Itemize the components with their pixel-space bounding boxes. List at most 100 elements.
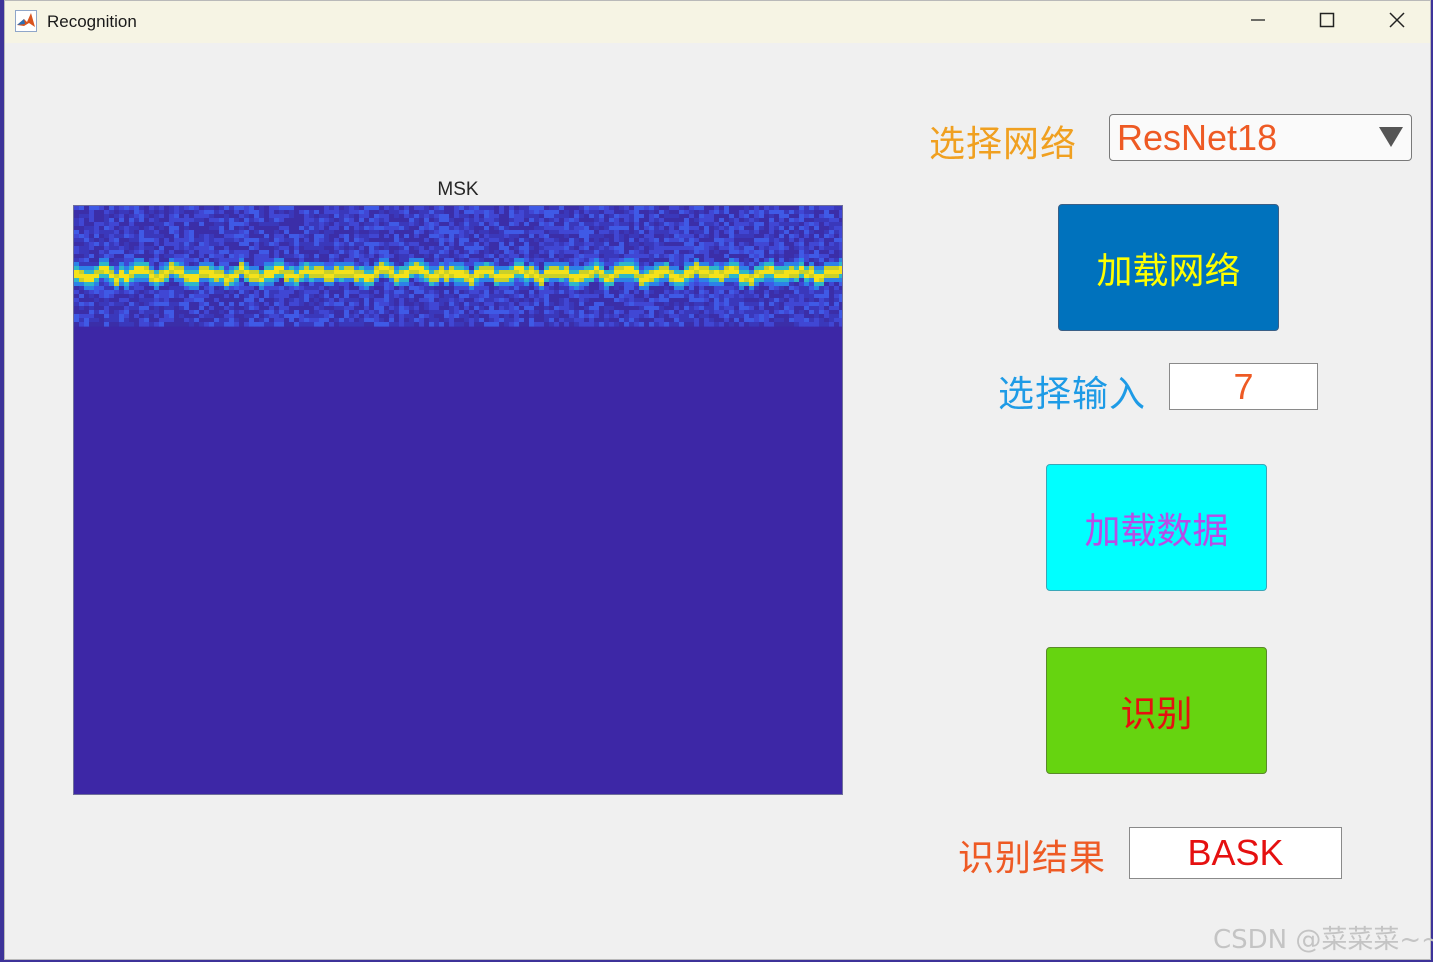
spectrogram-cell [609, 206, 615, 211]
spectrogram-cell [799, 210, 805, 215]
spectrogram-cell [309, 266, 315, 271]
spectrogram-cell [359, 218, 365, 223]
spectrogram-cell [399, 314, 405, 319]
spectrogram-cell [594, 254, 600, 259]
spectrogram-cell [204, 314, 210, 319]
spectrogram-cell [779, 206, 785, 211]
spectrogram-cell [124, 274, 130, 279]
spectrogram-cell [834, 310, 840, 315]
spectrogram-cell [509, 278, 515, 283]
spectrogram-cell [714, 238, 720, 243]
spectrogram-cell [769, 262, 775, 267]
spectrogram-cell [424, 274, 430, 279]
spectrogram-cell [464, 234, 470, 239]
spectrogram-cell [179, 262, 185, 267]
spectrogram-cell [684, 262, 690, 267]
spectrogram-cell [364, 214, 370, 219]
spectrogram-cell [799, 314, 805, 319]
spectrogram-cell [709, 270, 715, 275]
spectrogram-cell [719, 230, 725, 235]
spectrogram-cell [484, 266, 490, 271]
spectrogram-cell [454, 270, 460, 275]
spectrogram-cell [264, 266, 270, 271]
spectrogram-cell [534, 242, 540, 247]
spectrogram-cell [764, 278, 770, 283]
spectrogram-cell [559, 274, 565, 279]
minimize-button[interactable] [1223, 1, 1293, 43]
maximize-button[interactable] [1292, 1, 1362, 43]
spectrogram-cell [439, 242, 445, 247]
spectrogram-cell [369, 238, 375, 243]
spectrogram-cell [274, 302, 280, 307]
spectrogram-cell [329, 274, 335, 279]
spectrogram-cell [489, 262, 495, 267]
spectrogram-cell [324, 278, 330, 283]
spectrogram-cell [649, 258, 655, 263]
spectrogram-cell [744, 286, 750, 291]
spectrogram-cell [139, 218, 145, 223]
spectrogram-cell [654, 286, 660, 291]
spectrogram-cell [764, 218, 770, 223]
spectrogram-cell [674, 218, 680, 223]
spectrogram-cell [129, 266, 135, 271]
spectrogram-cell [504, 258, 510, 263]
spectrogram-cell [169, 214, 175, 219]
spectrogram-cell [674, 298, 680, 303]
spectrogram-cell [254, 238, 260, 243]
spectrogram-cell [739, 218, 745, 223]
spectrogram-cell [339, 254, 345, 259]
load-data-button[interactable]: 加载数据 [1046, 464, 1267, 591]
spectrogram-cell [529, 274, 535, 279]
spectrogram-cell [309, 242, 315, 247]
load-network-button[interactable]: 加载网络 [1058, 204, 1279, 331]
spectrogram-cell [619, 210, 625, 215]
title-bar[interactable]: Recognition [5, 1, 1430, 43]
spectrogram-cell [219, 222, 225, 227]
spectrogram-cell [194, 306, 200, 311]
spectrogram-cell [339, 310, 345, 315]
spectrogram-cell [604, 242, 610, 247]
spectrogram-cell [254, 278, 260, 283]
spectrogram-cell [589, 318, 595, 323]
spectrogram-cell [274, 298, 280, 303]
spectrogram-cell [284, 274, 290, 279]
spectrogram-cell [284, 258, 290, 263]
spectrogram-cell [544, 306, 550, 311]
spectrogram-cell [734, 230, 740, 235]
recognize-button[interactable]: 识别 [1046, 647, 1267, 774]
spectrogram-cell [464, 214, 470, 219]
spectrogram-cell [734, 286, 740, 291]
input-field[interactable]: 7 [1169, 363, 1318, 410]
spectrogram-cell [474, 218, 480, 223]
spectrogram-cell [579, 302, 585, 307]
network-dropdown[interactable]: ResNet18 [1109, 114, 1412, 161]
spectrogram-cell [509, 262, 515, 267]
spectrogram-cell [339, 278, 345, 283]
spectrogram-cell [684, 242, 690, 247]
spectrogram-cell [379, 270, 385, 275]
spectrogram-cell [359, 294, 365, 299]
spectrogram-cell [149, 250, 155, 255]
spectrogram-cell [394, 242, 400, 247]
spectrogram-cell [469, 246, 475, 251]
spectrogram-cell [534, 226, 540, 231]
spectrogram-cell [204, 206, 210, 211]
spectrogram-cell [74, 306, 80, 311]
spectrogram-cell [664, 286, 670, 291]
spectrogram-cell [479, 294, 485, 299]
spectrogram-cell [94, 262, 100, 267]
spectrogram-cell [734, 222, 740, 227]
spectrogram-cell [369, 290, 375, 295]
spectrogram-cell [634, 286, 640, 291]
spectrogram-cell [649, 234, 655, 239]
spectrogram-cell [399, 210, 405, 215]
spectrogram-cell [319, 242, 325, 247]
spectrogram-cell [319, 298, 325, 303]
spectrogram-cell [669, 262, 675, 267]
spectrogram-cell [384, 266, 390, 271]
spectrogram-cell [339, 234, 345, 239]
close-button[interactable] [1362, 1, 1432, 43]
spectrogram-cell [344, 222, 350, 227]
spectrogram-cell [649, 294, 655, 299]
spectrogram-cell [304, 218, 310, 223]
